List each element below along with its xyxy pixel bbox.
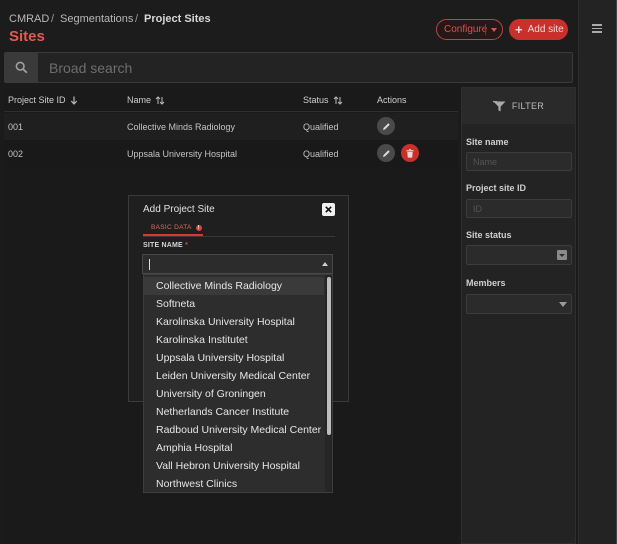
filter-title: FILTER — [511, 101, 545, 111]
search-button[interactable] — [5, 53, 38, 82]
right-side-strip — [578, 0, 617, 544]
add-site-button[interactable]: + Add site — [509, 19, 568, 40]
breadcrumb-separator: / — [51, 13, 55, 25]
breadcrumb-root[interactable]: CMRAD — [9, 13, 49, 25]
cell-site-name: Collective Minds Radiology — [127, 122, 236, 132]
column-header-status[interactable]: Status — [303, 95, 343, 105]
close-icon — [325, 206, 332, 213]
add-site-label: Add site — [527, 24, 564, 35]
column-label: Actions — [377, 95, 407, 105]
chevron-down-icon — [559, 302, 567, 307]
cell-site-name: Uppsala University Hospital — [127, 149, 238, 159]
option-item[interactable]: Leiden University Medical Center — [144, 367, 324, 385]
list-icon[interactable] — [592, 24, 602, 34]
option-item[interactable]: Amphia Hospital — [144, 439, 324, 457]
table-row[interactable]: 002 Uppsala University Hospital Qualifie… — [4, 140, 458, 167]
chevron-up-icon[interactable] — [322, 262, 328, 266]
filter-panel: FILTER Site name Project site ID Site st… — [461, 87, 576, 544]
divider — [143, 236, 335, 237]
filter-header[interactable]: FILTER — [462, 88, 575, 124]
column-label: Status — [303, 95, 329, 105]
project-site-id-filter-label: Project site ID — [466, 183, 527, 193]
column-header-id[interactable]: Project Site ID — [8, 95, 78, 105]
field-label-text: SITE NAME — [143, 242, 183, 249]
column-label: Project Site ID — [8, 95, 66, 105]
trash-icon — [406, 148, 414, 158]
edit-button[interactable] — [377, 117, 395, 135]
members-filter-label: Members — [466, 278, 506, 288]
search-input[interactable] — [49, 59, 549, 77]
option-item[interactable]: Karolinska University Hospital — [144, 313, 324, 331]
search-bar — [4, 52, 573, 83]
option-item[interactable]: Karolinska Institutet — [144, 331, 324, 349]
sort-icon — [155, 95, 165, 105]
members-select[interactable] — [466, 294, 572, 314]
cell-status: Qualified — [303, 122, 339, 132]
site-name-label: SITE NAME * — [143, 242, 188, 249]
column-label: Name — [127, 95, 152, 105]
site-name-combobox[interactable] — [142, 254, 333, 274]
option-item[interactable]: Vall Hebron University Hospital — [144, 457, 324, 475]
delete-button[interactable] — [401, 144, 419, 162]
chevron-down-icon — [557, 250, 567, 260]
configure-button[interactable]: Configure — [436, 19, 503, 40]
site-name-options: Collective Minds Radiology Softneta Karo… — [143, 274, 333, 493]
text-cursor — [149, 259, 150, 270]
option-item[interactable]: Collective Minds Radiology — [144, 277, 324, 295]
breadcrumb-current: Project Sites — [144, 13, 211, 25]
configure-label: Configure — [444, 24, 488, 35]
scrollbar[interactable] — [325, 275, 332, 492]
option-item[interactable]: Uppsala University Hospital — [144, 349, 324, 367]
modal-title: Add Project Site — [143, 204, 215, 215]
option-item[interactable]: Radboud University Medical Center — [144, 421, 324, 439]
cell-site-id: 001 — [8, 122, 24, 132]
sort-down-icon — [70, 96, 77, 105]
pencil-icon — [382, 122, 390, 130]
site-name-filter-input[interactable] — [466, 152, 572, 171]
page-title: Sites — [9, 28, 45, 45]
project-site-id-filter-input[interactable] — [466, 199, 572, 218]
sort-icon — [333, 95, 342, 105]
breadcrumb-separator: / — [135, 13, 139, 25]
required-mark: * — [185, 242, 189, 249]
scrollbar-thumb[interactable] — [327, 277, 331, 435]
search-icon — [15, 61, 28, 74]
site-name-filter-label: Site name — [466, 137, 509, 147]
pencil-icon — [382, 149, 390, 157]
option-item[interactable]: University of Groningen — [144, 385, 324, 403]
tab-basic-data[interactable]: BASIC DATA ! — [143, 221, 203, 236]
table-row[interactable]: 001 Collective Minds Radiology Qualified — [4, 113, 458, 140]
tab-label: BASIC DATA — [151, 224, 192, 231]
option-item[interactable]: Softneta — [144, 295, 324, 313]
column-header-actions: Actions — [377, 95, 407, 105]
filter-icon — [492, 100, 506, 111]
site-status-select[interactable] — [466, 245, 572, 265]
table-header: Project Site ID Name Status Actions — [4, 88, 458, 112]
top-bar: CMRAD / Segmentations / Project Sites Si… — [0, 0, 578, 50]
column-header-name[interactable]: Name — [127, 95, 165, 105]
chevron-down-icon — [485, 24, 497, 35]
alert-icon: ! — [195, 224, 202, 231]
breadcrumb-segmentations[interactable]: Segmentations — [60, 13, 133, 25]
option-item[interactable]: Netherlands Cancer Institute — [144, 403, 324, 421]
cell-site-id: 002 — [8, 149, 24, 159]
cell-status: Qualified — [303, 149, 339, 159]
close-button[interactable] — [322, 203, 335, 216]
plus-icon: + — [515, 22, 523, 37]
edit-button[interactable] — [377, 144, 395, 162]
site-status-filter-label: Site status — [466, 230, 512, 240]
option-item[interactable]: Northwest Clinics — [144, 475, 324, 492]
